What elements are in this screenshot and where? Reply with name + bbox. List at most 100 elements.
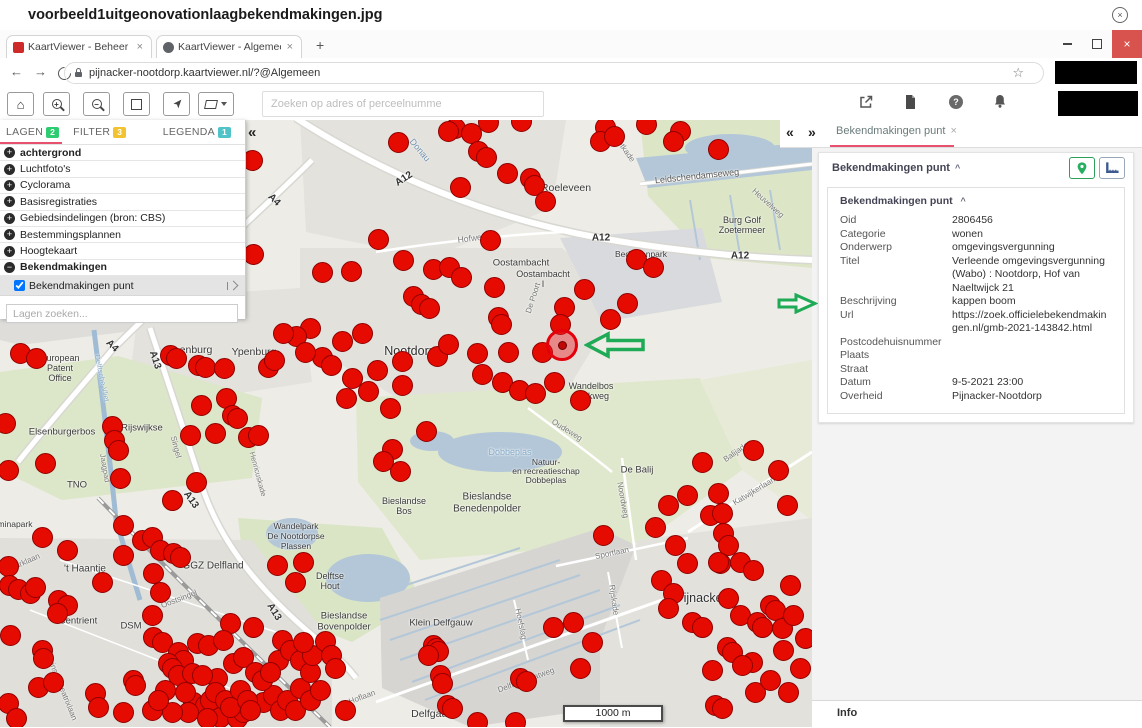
measure-button[interactable] [1099, 157, 1125, 179]
map-marker[interactable] [332, 331, 353, 352]
map-marker[interactable] [150, 582, 171, 603]
map-marker[interactable] [113, 515, 134, 536]
sidebar-item-cyclorama[interactable]: +Cyclorama [0, 178, 245, 194]
map-marker[interactable] [773, 640, 794, 661]
map-marker[interactable] [0, 625, 21, 646]
map-marker[interactable] [743, 440, 764, 461]
map-marker[interactable] [88, 697, 109, 718]
address-bar[interactable]: pijnacker-nootdorp.kaartviewer.nl/?@Alge… [64, 62, 1044, 84]
expand-layer-icon[interactable]: + [4, 213, 15, 224]
map-marker[interactable] [795, 628, 813, 649]
map-marker[interactable] [368, 229, 389, 250]
search-input[interactable] [262, 91, 544, 117]
map-marker[interactable] [790, 658, 811, 679]
map-marker[interactable] [113, 702, 134, 723]
map-marker[interactable] [593, 525, 614, 546]
map-marker[interactable] [310, 680, 331, 701]
map-marker[interactable] [712, 698, 733, 719]
map-marker[interactable] [467, 712, 488, 728]
restore-button[interactable] [1082, 30, 1112, 58]
map-marker[interactable] [92, 572, 113, 593]
map-marker[interactable] [358, 381, 379, 402]
map-marker[interactable] [783, 605, 804, 626]
layer-checkbox[interactable] [14, 280, 25, 291]
map-marker[interactable] [677, 485, 698, 506]
map-marker[interactable] [32, 527, 53, 548]
layer-actions-icon[interactable] [227, 282, 238, 290]
zoom-in-button[interactable]: + [43, 92, 70, 116]
map-marker[interactable] [498, 342, 519, 363]
map-marker[interactable] [438, 121, 459, 142]
map-marker[interactable] [43, 672, 64, 693]
browser-tab[interactable]: KaartViewer - Beheer× [6, 35, 152, 58]
sidebar-item-luchtfoto-s[interactable]: +Luchtfoto's [0, 161, 245, 177]
map-marker[interactable] [451, 267, 472, 288]
map-marker[interactable] [0, 413, 16, 434]
map-marker[interactable] [732, 655, 753, 676]
map-marker[interactable] [658, 598, 679, 619]
map-marker[interactable] [205, 423, 226, 444]
map-marker[interactable] [432, 673, 453, 694]
map-marker[interactable] [293, 552, 314, 573]
expand-layer-icon[interactable]: + [4, 229, 15, 240]
map-marker[interactable] [497, 163, 518, 184]
map-marker[interactable] [525, 383, 546, 404]
map-marker[interactable] [692, 452, 713, 473]
map-marker[interactable] [26, 348, 47, 369]
map-marker[interactable] [418, 645, 439, 666]
map-marker[interactable] [392, 375, 413, 396]
map-marker[interactable] [768, 460, 789, 481]
map-marker[interactable] [175, 682, 196, 703]
map-marker[interactable] [295, 342, 316, 363]
map-marker[interactable] [227, 408, 248, 429]
map-marker[interactable] [712, 503, 733, 524]
sidebar-item-hoogtekaart[interactable]: +Hoogtekaart [0, 243, 245, 259]
map-marker[interactable] [186, 472, 207, 493]
map-marker[interactable] [472, 364, 493, 385]
map-marker[interactable] [438, 334, 459, 355]
map-marker[interactable] [491, 314, 512, 335]
map-marker[interactable] [33, 648, 54, 669]
map-marker[interactable] [505, 712, 526, 728]
home-button[interactable]: ⌂ [7, 92, 34, 116]
map-marker[interactable] [665, 535, 686, 556]
map-marker[interactable] [743, 560, 764, 581]
map-marker[interactable] [574, 279, 595, 300]
map-marker[interactable] [108, 440, 129, 461]
map-marker[interactable] [760, 670, 781, 691]
map-marker[interactable] [777, 495, 798, 516]
map-marker[interactable] [393, 250, 414, 271]
map-marker[interactable] [341, 261, 362, 282]
sidebar-tab-filter[interactable]: FILTER3 [73, 126, 126, 138]
map-marker[interactable] [170, 547, 191, 568]
map-marker[interactable] [419, 298, 440, 319]
sidebar-item-gebiedsindelingen-bron-cbs-[interactable]: +Gebiedsindelingen (bron: CBS) [0, 211, 245, 227]
map-marker[interactable] [778, 682, 799, 703]
map-marker[interactable] [367, 360, 388, 381]
map-marker[interactable] [195, 357, 216, 378]
map-marker[interactable] [293, 632, 314, 653]
map-marker[interactable] [191, 395, 212, 416]
selected-map-marker[interactable] [546, 329, 578, 361]
map-marker[interactable] [563, 612, 584, 633]
sidebar-item-bestemmingsplannen[interactable]: +Bestemmingsplannen [0, 227, 245, 243]
zoom-out-button[interactable]: − [83, 92, 110, 116]
map-marker[interactable] [110, 468, 131, 489]
map-marker[interactable] [708, 139, 729, 160]
map-marker[interactable] [643, 257, 664, 278]
map-marker[interactable] [392, 351, 413, 372]
feature-card-header[interactable]: Bekendmakingen punt ^ [819, 153, 1133, 183]
zoom-extent-button[interactable] [123, 92, 150, 116]
new-tab-button[interactable]: + [316, 37, 324, 53]
map-marker[interactable] [450, 177, 471, 198]
map-marker[interactable] [248, 425, 269, 446]
map-marker[interactable] [273, 323, 294, 344]
bell-icon[interactable] [993, 94, 1007, 114]
map-marker[interactable] [166, 348, 187, 369]
sidebar-item-bekendmakingen-punt[interactable]: Bekendmakingen punt [0, 276, 245, 296]
map-marker[interactable] [197, 708, 218, 728]
back-icon[interactable]: ← [10, 64, 23, 79]
map-marker[interactable] [321, 355, 342, 376]
close-icon[interactable]: × [1112, 7, 1128, 23]
collapse-layer-icon[interactable]: − [4, 262, 15, 273]
